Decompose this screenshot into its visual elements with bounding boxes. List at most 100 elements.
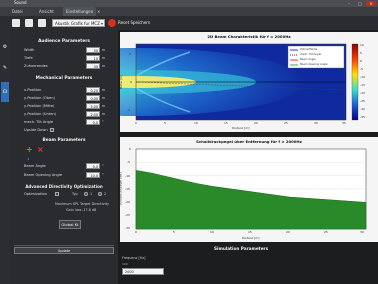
close-button[interactable]: ×: [366, 1, 376, 6]
beam-title: Beam Parameters: [42, 138, 86, 143]
listeners-label: Zuhoerendes: [24, 64, 48, 68]
minimize-button[interactable]: –: [344, 1, 354, 6]
rail-gear-icon[interactable]: ⚙: [1, 40, 9, 54]
y-pos-mid-input[interactable]: 5.00: [86, 103, 100, 109]
audience-title: Audience Parameters: [38, 39, 90, 44]
spl-ylabel: Schalldruckpegel [dB]: [118, 172, 123, 206]
optimization-title: Advanced Directivity Optimization: [25, 184, 103, 189]
upside-down-label: Upside Down: [24, 128, 48, 132]
upside-down-checkbox[interactable]: [50, 128, 54, 132]
menu-close-icon[interactable]: ×: [97, 9, 100, 14]
x-position-input[interactable]: 0.20: [86, 87, 100, 93]
beam-opening-label: Beam Opening Angle: [24, 173, 63, 177]
tilt-angle-unit: °: [102, 120, 104, 124]
type-radio-2-label: 2: [104, 192, 107, 196]
update-tab[interactable]: Update: [14, 247, 114, 254]
colorbar-tick: -20: [360, 91, 365, 95]
heatmap-xlabel: Distanz [m]: [232, 126, 250, 130]
heatmap-ytick: -5: [127, 108, 130, 112]
rail-sound-icon[interactable]: ✎: [1, 60, 9, 76]
plot-area: 2D Beam Charakteristik für f = 2000Hz Zu…: [118, 30, 378, 284]
beam-angle-unit: °: [102, 164, 104, 168]
beam-count: 1: [27, 157, 30, 161]
rail-chart-icon[interactable]: ☊: [1, 82, 9, 102]
spl-ytick: -25: [125, 213, 130, 217]
listeners-input[interactable]: 30: [86, 63, 100, 69]
beam-opening-input[interactable]: 10.0: [86, 172, 100, 178]
add-beam-icon[interactable]: +: [26, 146, 33, 154]
heatmap-xtick: 5: [164, 121, 166, 125]
legend-label-1: mech. Tilt Angle: [300, 53, 322, 56]
save-icon[interactable]: [38, 19, 46, 27]
spl-xtick: 5: [173, 230, 175, 234]
y-pos-top-unit: m: [102, 96, 106, 100]
x-position-unit: m: [102, 88, 106, 92]
colorbar-tick: -15: [360, 83, 365, 87]
depth-input[interactable]: 10: [86, 55, 100, 61]
y-pos-top-input[interactable]: 0.00: [86, 95, 100, 101]
colorbar-tick: 10: [360, 43, 364, 47]
gain-value: -17.8 dB: [82, 208, 97, 212]
simulation-title: Simulation Parameters: [214, 246, 269, 251]
target-directivity-label: Target Directivity: [80, 202, 109, 206]
y-pos-bottom-label: y-Position (Unten): [24, 112, 57, 116]
spl-xtick: 20: [286, 230, 290, 234]
type-radio-2[interactable]: [98, 192, 102, 196]
beam-angle-label: Beam Angle: [24, 164, 46, 168]
heatmap-xtick: 20: [254, 121, 258, 125]
heatmap-ytick: 0: [130, 80, 132, 84]
spl-ytick: -30: [125, 226, 130, 230]
spl-xtick: 30: [360, 230, 364, 234]
menu-datei[interactable]: Datei: [12, 9, 23, 14]
legend-label-3: Beam Opening Angle: [300, 63, 328, 66]
depth-unit: m: [102, 56, 106, 60]
colorbar: [351, 43, 359, 121]
colorbar-tick: -30: [360, 107, 365, 111]
type-radio-1-label: 1: [90, 192, 93, 196]
side-rail: ⚙ ✎ ☊: [0, 30, 10, 284]
open-file-icon[interactable]: [25, 19, 33, 27]
y-pos-bottom-unit: m: [102, 112, 106, 116]
spl-xtick: 0: [135, 230, 137, 234]
beam-angle-input[interactable]: 0.0: [86, 163, 100, 169]
tilt-angle-label: mech. Tilt Angle: [24, 120, 54, 124]
width-input[interactable]: 50: [86, 47, 100, 53]
menu-einstellungen[interactable]: Einstellungen: [63, 7, 97, 16]
y-pos-bottom-input[interactable]: 2.00: [86, 111, 100, 117]
depth-label: Tiefe: [24, 56, 33, 60]
reset-icon[interactable]: [108, 19, 116, 27]
heatmap-xtick: 35: [342, 121, 346, 125]
legend-label-0: Zuhoerfläche: [300, 48, 318, 51]
max-spl-label: Maximum SPL: [55, 202, 79, 206]
remove-beam-icon[interactable]: ×: [37, 146, 44, 154]
spl-ytick: -20: [125, 200, 130, 204]
spl-ytick: -10: [125, 174, 130, 178]
y-pos-mid-label: y-Position (Mitte): [24, 104, 55, 108]
heatmap-svg: [120, 43, 359, 121]
chevron-down-icon: ▾: [100, 21, 103, 26]
mechanical-title: Mechanical Parameters: [35, 76, 93, 81]
x-position-label: x-Position: [24, 88, 42, 92]
spl-xlabel: Distanz [m]: [242, 236, 260, 240]
width-label: Width: [24, 48, 35, 52]
reset-button[interactable]: Reset Speichern: [118, 19, 150, 27]
preset-combobox[interactable]: Akustik Grafik fur MCZ Beam ▾: [52, 19, 105, 34]
optimization-checkbox[interactable]: [55, 192, 59, 196]
tilt-angle-input[interactable]: 0.0: [86, 119, 100, 125]
colorbar-tick: -25: [360, 99, 365, 103]
colorbar-tick: -10: [360, 75, 365, 79]
type-radio-1[interactable]: [84, 192, 88, 196]
beam-heatmap-panel: 2D Beam Charakteristik für f = 2000Hz Zu…: [119, 32, 378, 132]
beam-opening-unit: °: [102, 173, 104, 177]
global-button[interactable]: Global Kt: [59, 220, 81, 229]
heatmap-ylabel: Höhe [m]: [119, 74, 124, 90]
menu-ansicht[interactable]: Ansicht: [39, 9, 54, 14]
maximize-button[interactable]: □: [355, 1, 365, 6]
spl-plot-panel: Schalldruckpegel über Entfernung für f =…: [118, 137, 378, 242]
new-file-icon[interactable]: [12, 19, 20, 27]
frequency-input[interactable]: 2000: [122, 268, 164, 275]
spl-svg: [135, 148, 367, 230]
listeners-unit: m: [102, 64, 106, 68]
spl-xtick: 15: [248, 230, 252, 234]
spl-ytick: -5: [127, 160, 130, 164]
